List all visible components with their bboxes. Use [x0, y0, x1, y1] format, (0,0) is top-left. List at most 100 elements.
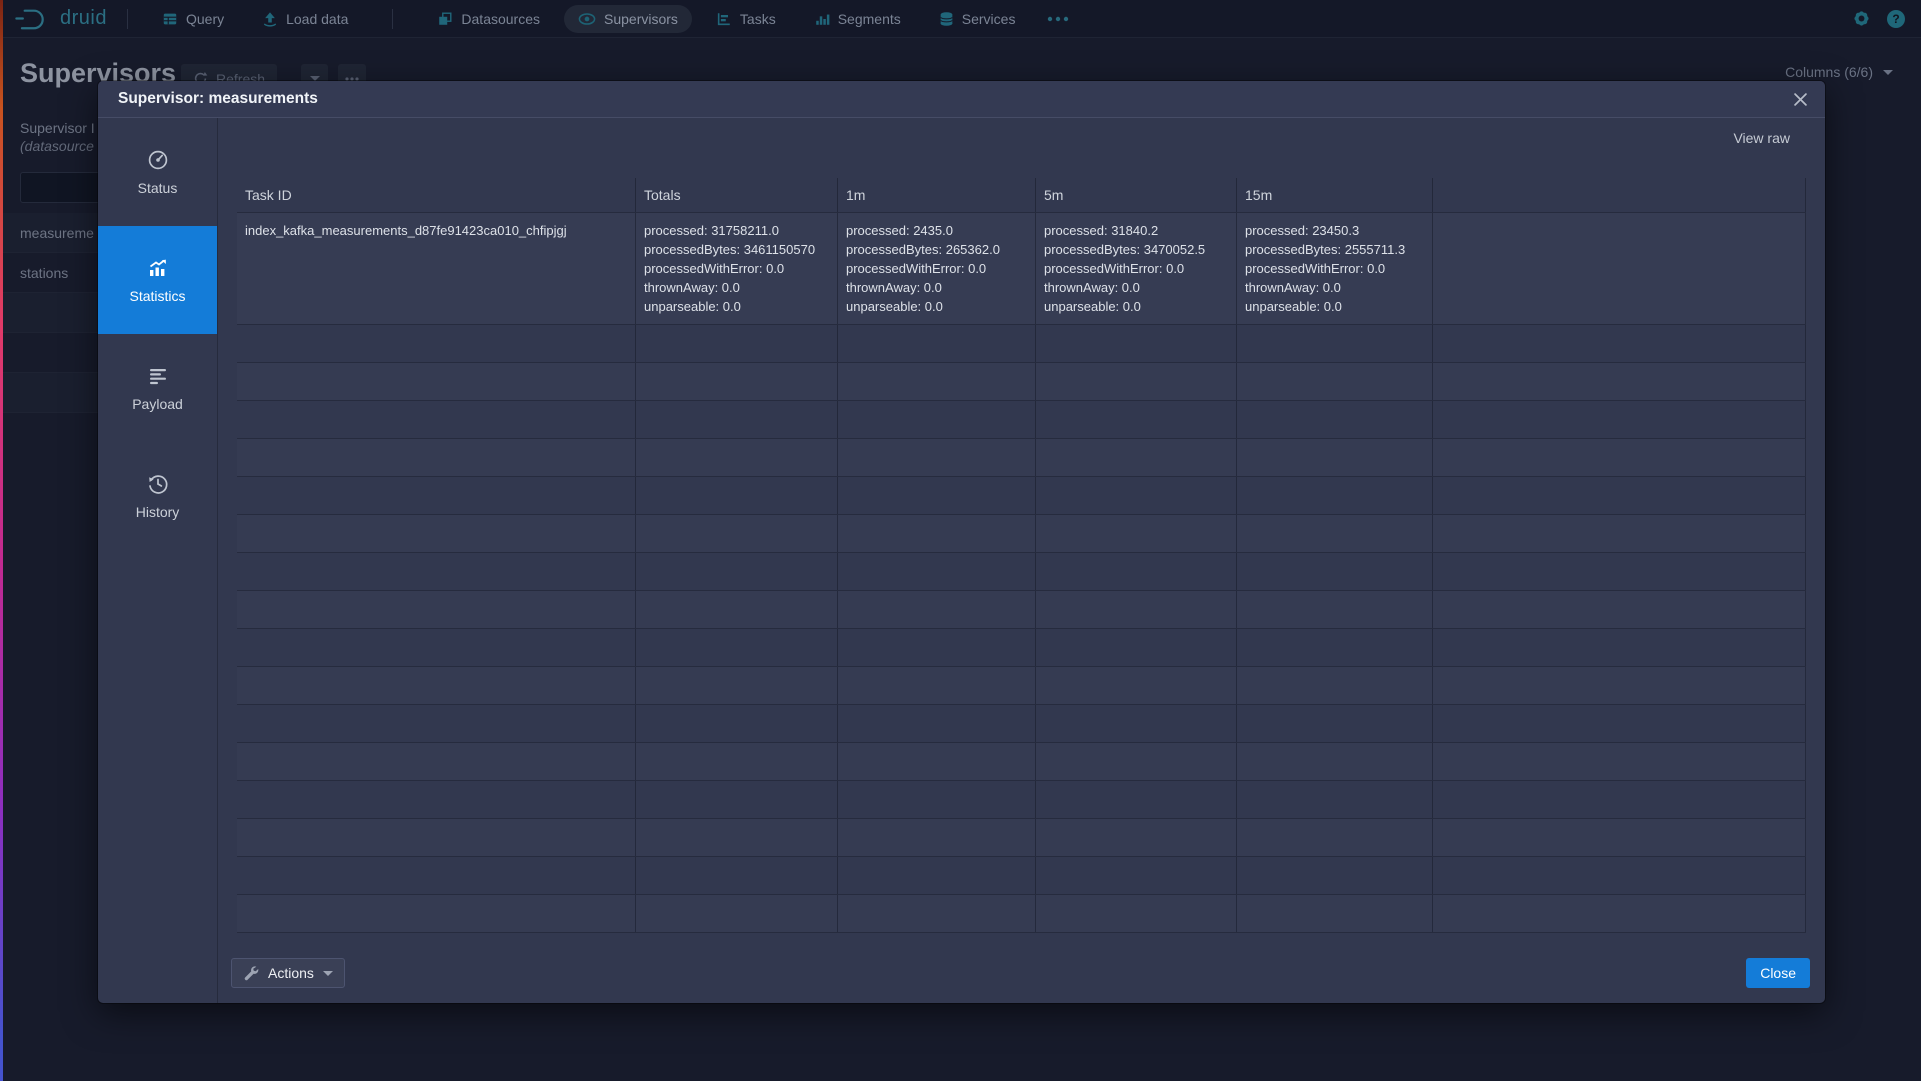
- table-row-empty: [237, 857, 1806, 895]
- tab-statistics[interactable]: Statistics: [98, 226, 217, 334]
- nav-item-tasks[interactable]: Tasks: [702, 5, 790, 33]
- empty-cell: [838, 667, 1036, 704]
- empty-cell: [1433, 743, 1806, 780]
- tab-status[interactable]: Status: [98, 118, 217, 226]
- table-row-empty: [237, 363, 1806, 401]
- actions-button[interactable]: Actions: [231, 958, 345, 988]
- empty-cell: [1237, 819, 1433, 856]
- empty-cell: [1237, 895, 1433, 932]
- empty-cell: [1237, 325, 1433, 362]
- columns-dropdown[interactable]: Columns (6/6): [1785, 64, 1893, 80]
- stat-line: processedBytes: 2555711.3: [1245, 240, 1424, 259]
- tab-history[interactable]: History: [98, 442, 217, 550]
- history-clock-icon: [147, 473, 169, 495]
- empty-cell: [838, 439, 1036, 476]
- druid-spiral-icon: [14, 7, 52, 31]
- empty-cell: [1433, 629, 1806, 666]
- empty-cell: [1433, 781, 1806, 818]
- list-item-label: measureme: [20, 225, 94, 241]
- nav-item-label: Services: [962, 11, 1016, 27]
- empty-cell: [838, 819, 1036, 856]
- empty-cell: [838, 401, 1036, 438]
- empty-cell: [838, 629, 1036, 666]
- help-icon[interactable]: ?: [1887, 10, 1905, 28]
- empty-cell: [636, 401, 838, 438]
- nav-item-label: Query: [186, 11, 224, 27]
- nav-divider: [392, 9, 393, 29]
- table-row-empty: [237, 667, 1806, 705]
- empty-cell: [1036, 363, 1237, 400]
- column-header-5m[interactable]: 5m: [1036, 178, 1237, 212]
- cell-task-id[interactable]: index_kafka_measurements_d87fe91423ca010…: [237, 213, 636, 324]
- stat-line: thrownAway: 0.0: [1245, 278, 1424, 297]
- nav-divider: [127, 9, 128, 29]
- empty-cell: [237, 401, 636, 438]
- table-row-empty: [237, 705, 1806, 743]
- column-header-totals[interactable]: Totals: [636, 178, 838, 212]
- column-header-15m[interactable]: 15m: [1237, 178, 1433, 212]
- empty-cell: [838, 325, 1036, 362]
- cell-1m: processed: 2435.0 processedBytes: 265362…: [838, 213, 1036, 324]
- empty-cell: [237, 781, 636, 818]
- table-row-empty: [237, 781, 1806, 819]
- nav-item-supervisors[interactable]: Supervisors: [564, 5, 692, 33]
- table-row-empty: [237, 591, 1806, 629]
- stat-line: processedBytes: 3470052.5: [1044, 240, 1228, 259]
- stat-line: processed: 31758211.0: [644, 221, 829, 240]
- empty-cell: [838, 743, 1036, 780]
- empty-cell: [838, 515, 1036, 552]
- column-header-task-id[interactable]: Task ID: [237, 178, 636, 212]
- close-x-icon[interactable]: [1787, 86, 1813, 112]
- settings-gear-icon[interactable]: [1852, 9, 1871, 28]
- nav-item-services[interactable]: Services: [925, 5, 1030, 33]
- table-row-empty: [237, 515, 1806, 553]
- empty-cell: [1036, 629, 1237, 666]
- empty-cell: [1433, 553, 1806, 590]
- stat-line: processedWithError: 0.0: [846, 259, 1027, 278]
- nav-item-datasources[interactable]: Datasources: [423, 5, 554, 33]
- empty-cell: [636, 895, 838, 932]
- view-raw-link[interactable]: View raw: [1733, 130, 1790, 146]
- nav-item-load-data[interactable]: Load data: [248, 5, 362, 33]
- table-row-empty: [237, 401, 1806, 439]
- empty-cell: [237, 591, 636, 628]
- empty-cell: [838, 477, 1036, 514]
- datasources-icon: [437, 11, 453, 27]
- tab-payload[interactable]: Payload: [98, 334, 217, 442]
- cell-blank: [1433, 213, 1806, 324]
- empty-cell: [636, 705, 838, 742]
- empty-cell: [1237, 401, 1433, 438]
- tasks-gantt-icon: [716, 11, 732, 27]
- stat-line: thrownAway: 0.0: [644, 278, 829, 297]
- empty-cell: [838, 895, 1036, 932]
- empty-cell: [1237, 515, 1433, 552]
- nav-more-button[interactable]: [1039, 10, 1077, 28]
- empty-cell: [636, 857, 838, 894]
- empty-cell: [1036, 477, 1237, 514]
- upload-arrow-icon: [262, 11, 278, 27]
- table-row-empty: [237, 895, 1806, 933]
- empty-cell: [1036, 591, 1237, 628]
- empty-cell: [1433, 895, 1806, 932]
- empty-cell: [1433, 363, 1806, 400]
- column-header-1m[interactable]: 1m: [838, 178, 1036, 212]
- eye-icon: [578, 12, 596, 26]
- empty-cell: [838, 591, 1036, 628]
- stat-line: unparseable: 0.0: [1044, 297, 1228, 316]
- cell-totals: processed: 31758211.0 processedBytes: 34…: [636, 213, 838, 324]
- stat-line: thrownAway: 0.0: [1044, 278, 1228, 297]
- close-button[interactable]: Close: [1746, 958, 1810, 988]
- empty-cell: [1237, 629, 1433, 666]
- empty-cell: [636, 667, 838, 704]
- nav-item-segments[interactable]: Segments: [800, 5, 915, 33]
- dialog-title: Supervisor: measurements: [118, 90, 318, 108]
- druid-logo[interactable]: druid: [14, 7, 107, 31]
- table-row-empty: [237, 325, 1806, 363]
- empty-cell: [237, 629, 636, 666]
- empty-cell: [237, 515, 636, 552]
- nav-item-query[interactable]: Query: [148, 5, 238, 33]
- empty-cell: [237, 667, 636, 704]
- empty-cell: [1433, 401, 1806, 438]
- help-glyph: ?: [1892, 12, 1899, 26]
- empty-cell: [636, 553, 838, 590]
